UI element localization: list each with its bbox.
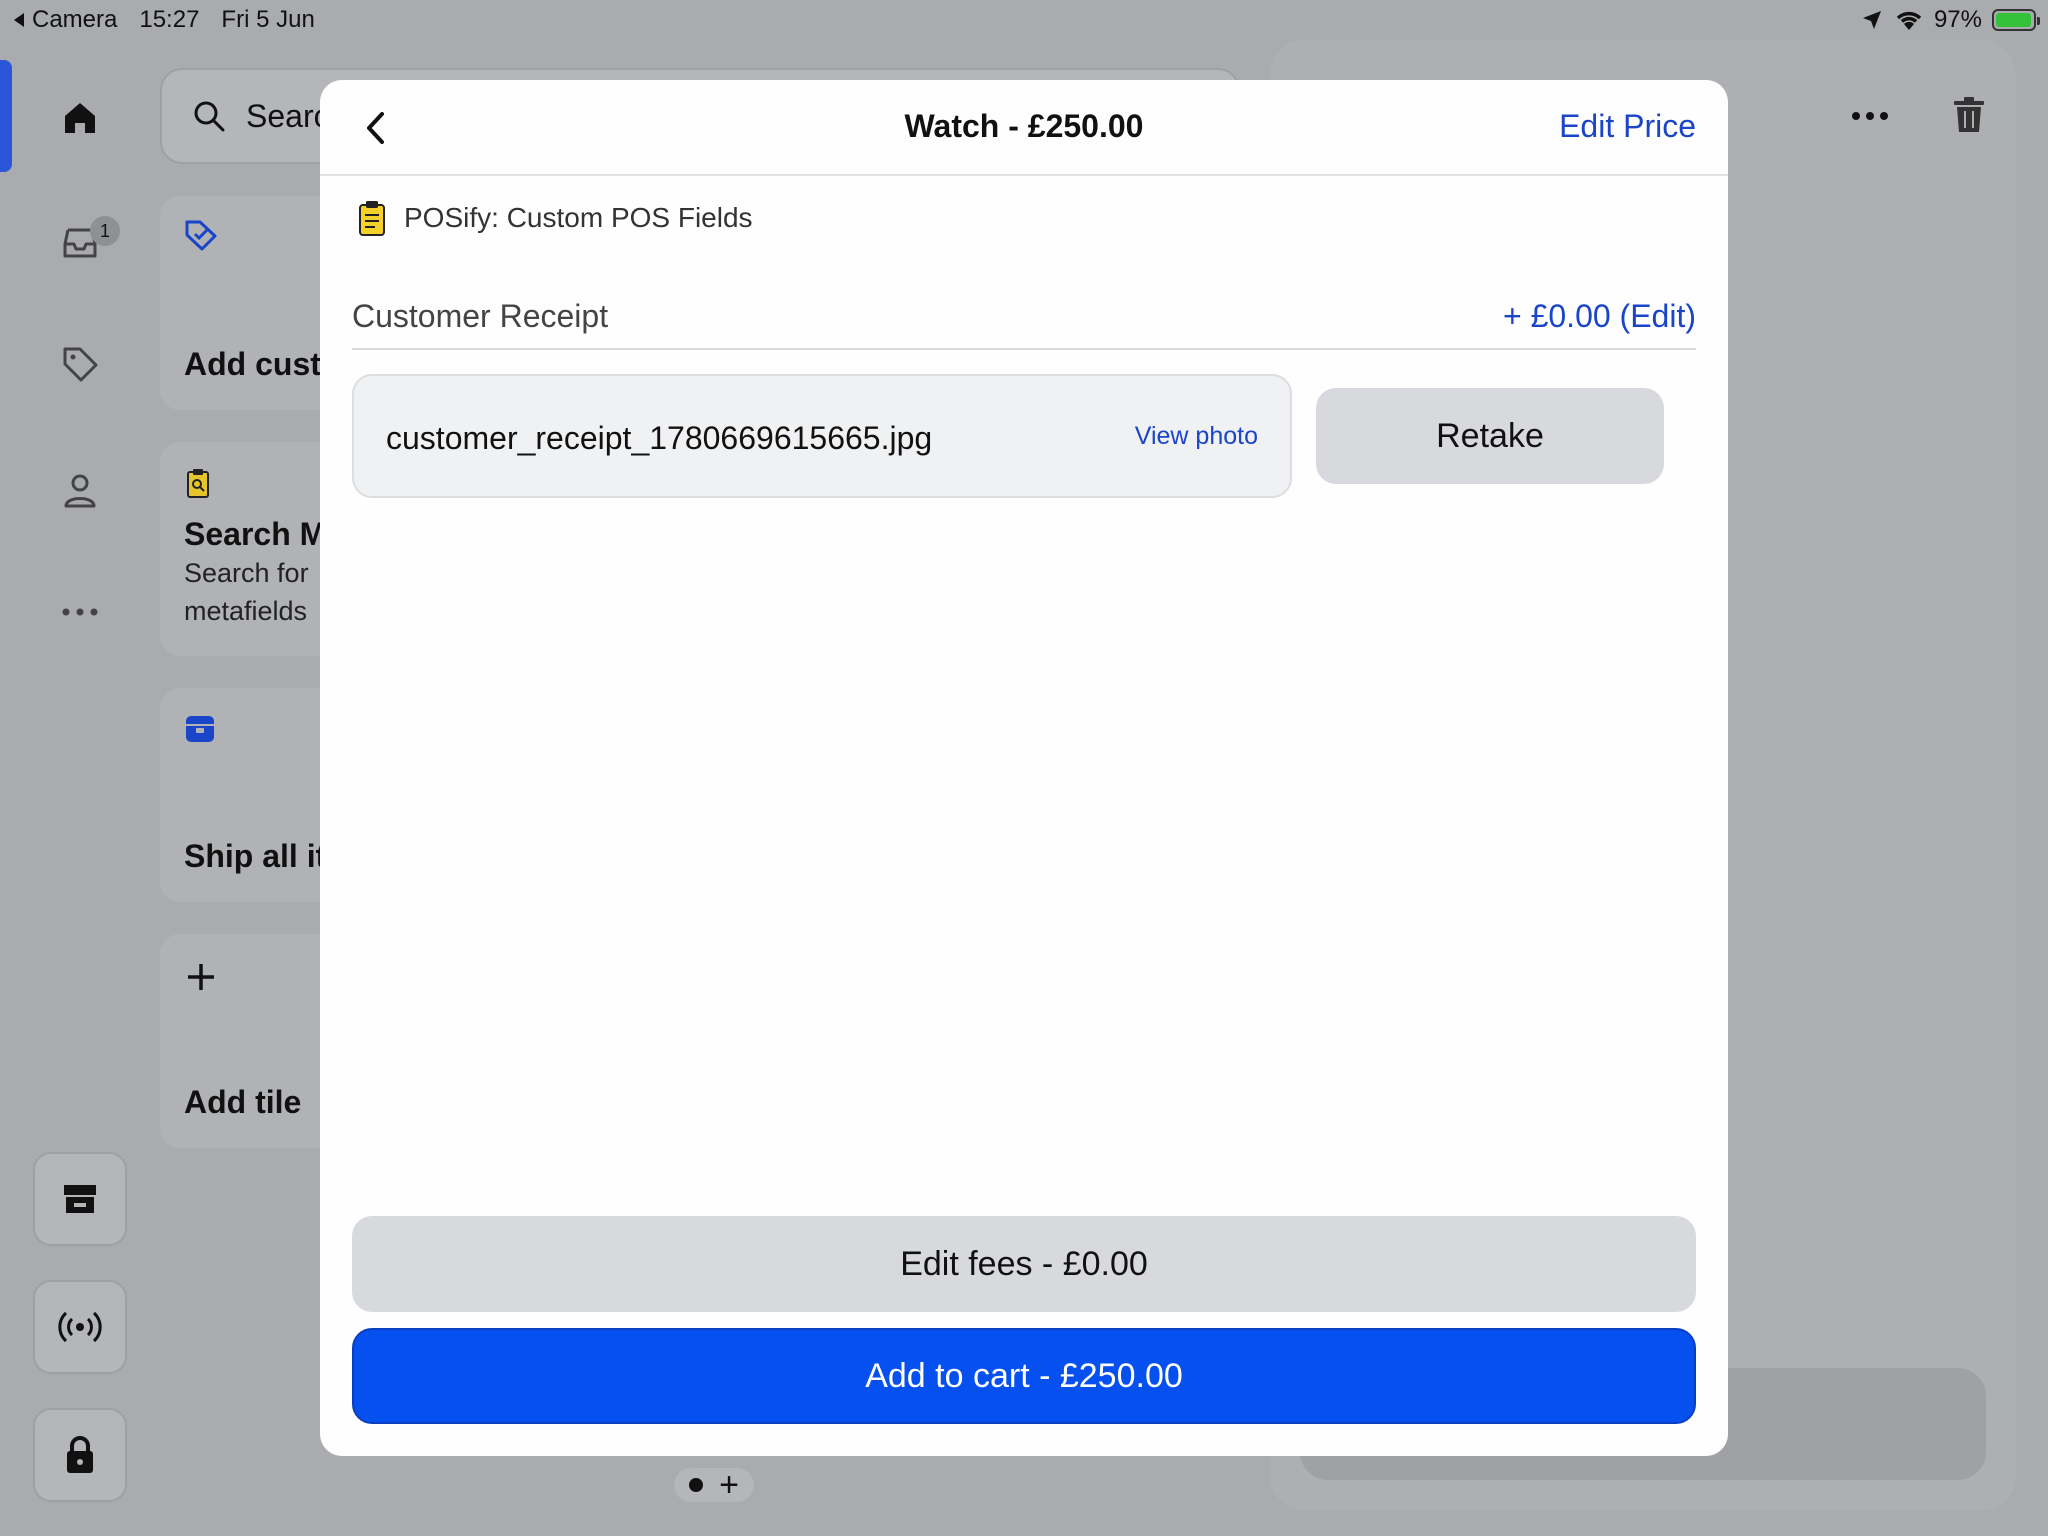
view-photo-link[interactable]: View photo [1135,422,1258,451]
location-icon [1862,11,1881,29]
clipboard-search-icon [187,469,209,498]
field-label: Customer Receipt [352,298,609,334]
inbox-badge: 1 [90,216,120,246]
tile-subtitle: Search for [184,558,309,588]
tile-search-metafields[interactable]: Search Metafields Search for metafields [160,442,340,656]
page-dot [689,1478,704,1492]
modal-title: Watch - £250.00 [904,108,1144,144]
search-icon [194,101,225,132]
receipt-file-box: customer_receipt_1780669615665.jpg View … [352,374,1292,498]
tile-title: Search Metafields [184,516,340,552]
add-page-icon[interactable]: + [719,1468,739,1502]
tile-title: Add tile [184,1084,302,1120]
edit-fees-button[interactable]: Edit fees - £0.00 [352,1216,1696,1312]
plus-icon [188,964,214,990]
tile-add-tile[interactable]: Add tile [160,934,340,1148]
status-date: Fri 5 Jun [221,6,315,33]
add-to-cart-button[interactable]: Add to cart - £250.00 [352,1328,1696,1424]
product-config-modal: Watch - £250.00 Edit Price POSify: Custo… [320,80,1728,1456]
broadcast-icon [58,1311,102,1343]
page-indicator[interactable]: + [674,1468,754,1502]
tile-subtitle: metafields [184,596,308,626]
back-app-label: Camera [32,6,118,33]
status-bar: Camera 15:27 Fri 5 Jun 97% [0,0,2048,40]
rail-active-indicator [0,60,12,172]
tag-check-icon [185,220,217,251]
lock-button[interactable] [33,1408,127,1502]
store-icon [64,1185,96,1213]
battery-icon [1992,9,2040,31]
lock-icon [67,1436,93,1473]
status-time: 15:27 [139,6,200,33]
customer-receipt-field: Customer Receipt + £0.00 (Edit) [352,294,1696,350]
field-edit-button[interactable]: + £0.00 (Edit) [1503,298,1696,335]
app-name: POSify: Custom POS Fields [404,202,753,233]
box-icon [186,716,214,742]
customer-icon[interactable] [54,464,106,516]
clipboard-icon [359,201,385,236]
tile-title: Ship all items [184,838,340,874]
app-source-row: POSify: Custom POS Fields [358,200,753,236]
broadcast-button[interactable] [33,1280,127,1374]
battery-percent: 97% [1933,6,1982,33]
tile-ship-all-items[interactable]: Ship all items [160,688,340,902]
ellipsis-icon[interactable] [1850,110,1890,122]
back-to-camera[interactable]: Camera [12,6,117,34]
tile-title: Add customer [184,346,340,382]
retake-button[interactable]: Retake [1316,388,1664,484]
wifi-icon [1896,11,1922,30]
battery-fill [1996,13,2031,27]
tag-icon[interactable] [54,338,106,390]
tile-add-customer[interactable]: Add customer [160,196,340,410]
more-icon[interactable] [54,586,106,638]
trash-icon[interactable] [1952,96,1986,134]
home-icon[interactable] [54,92,106,144]
file-name: customer_receipt_1780669615665.jpg [386,420,933,456]
back-triangle-icon [14,13,24,27]
edit-price-button[interactable]: Edit Price [1559,108,1696,145]
modal-header: Watch - £250.00 Edit Price [320,80,1728,176]
store-button[interactable] [33,1152,127,1246]
